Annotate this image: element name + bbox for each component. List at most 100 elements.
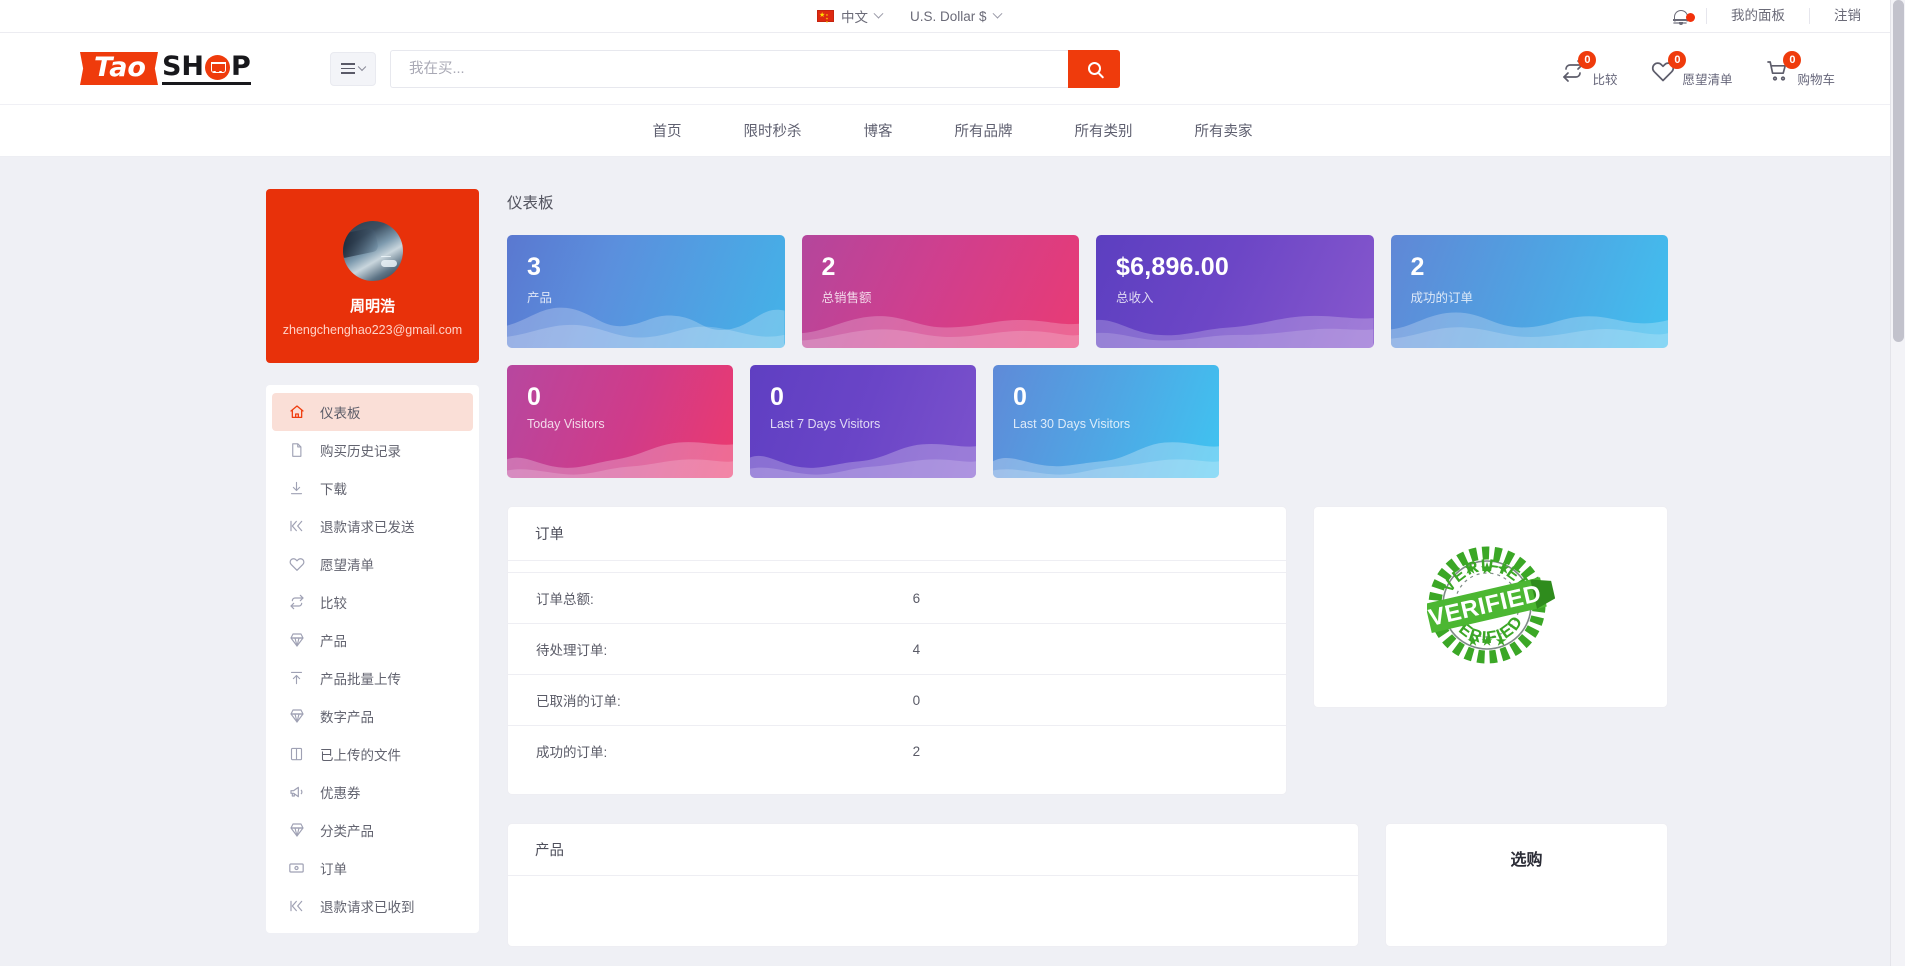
home-icon <box>288 404 305 421</box>
nav-item-flashdeal[interactable]: 限时秒杀 <box>713 120 833 141</box>
currency-selector[interactable]: U.S. Dollar $ <box>896 8 1015 24</box>
nav-item-blog[interactable]: 博客 <box>833 120 924 141</box>
book-icon <box>288 746 305 763</box>
sidebar-item-label: 购买历史记录 <box>320 444 401 459</box>
logout-link[interactable]: 注销 <box>1809 8 1885 24</box>
site-logo[interactable]: Tao SH P <box>80 51 251 87</box>
products-and-shop-row: 产品 选购 <box>507 823 1668 947</box>
category-menu-button[interactable] <box>330 51 376 86</box>
shop-panel: 选购 <box>1385 823 1668 947</box>
search-input[interactable] <box>390 49 1068 88</box>
nav-item-sellers[interactable]: 所有卖家 <box>1164 120 1284 141</box>
sidebar-item-refund-sent[interactable]: 退款请求已发送 <box>272 507 473 545</box>
table-row: 待处理订单: 4 <box>508 623 1286 675</box>
dashboard-main: 仪表板 3 产品 2 总销售额 $6,896.00 总收入 2 成功的订单 0 … <box>479 189 1890 947</box>
products-panel-body <box>508 876 1358 946</box>
site-header: Tao SH P 我在买... 0 比较 0 愿望清单 0 购物车 <box>0 33 1905 105</box>
main-navigation: 首页 限时秒杀 博客 所有品牌 所有类别 所有卖家 <box>0 105 1905 157</box>
search-submit-button[interactable] <box>1068 49 1120 88</box>
stat-label: Last 7 Days Visitors <box>770 417 881 431</box>
products-panel-title: 产品 <box>508 824 1358 876</box>
stat-value: 0 <box>1013 383 1028 411</box>
logo-shop-suffix: P <box>231 51 251 82</box>
sidebar-item-label: 产品批量上传 <box>320 672 401 687</box>
compare-button[interactable]: 0 比较 <box>1561 50 1617 87</box>
nav-item-home[interactable]: 首页 <box>622 120 713 141</box>
sidebar-item-products[interactable]: 产品 <box>272 621 473 659</box>
logo-area[interactable]: Tao SH P <box>40 51 330 87</box>
page-title: 仪表板 <box>507 195 554 212</box>
orders-panel: 订单 订单总额: 6 待处理订单: 4 已取消的订单: 0 成功的订单: 2 <box>507 506 1287 795</box>
sidebar-item-label: 下载 <box>320 482 347 497</box>
sidebar-item-label: 数字产品 <box>320 710 374 725</box>
row-value: 4 <box>912 641 921 657</box>
sidebar-item-dashboard[interactable]: 仪表板 <box>272 393 473 431</box>
page-root: 中文 U.S. Dollar $ 我的面板 注销 Tao SH <box>0 0 1905 966</box>
sidebar-item-uploaded-files[interactable]: 已上传的文件 <box>272 735 473 773</box>
sidebar-item-label: 比较 <box>320 596 347 611</box>
row-label: 已取消的订单: <box>536 694 621 709</box>
sidebar-item-coupons[interactable]: 优惠券 <box>272 773 473 811</box>
stat-label: Last 30 Days Visitors <box>1013 417 1131 431</box>
sidebar-item-digital-products[interactable]: 数字产品 <box>272 697 473 735</box>
stat-card-successful-orders: 2 成功的订单 <box>1390 235 1668 348</box>
orders-and-verified-row: 订单 订单总额: 6 待处理订单: 4 已取消的订单: 0 成功的订单: 2 ★… <box>507 506 1668 795</box>
sidebar-item-label: 订单 <box>320 862 347 877</box>
language-label: 中文 <box>841 10 868 25</box>
logo-text-tao: Tao <box>80 52 158 85</box>
row-label: 订单总额: <box>536 592 594 607</box>
sidebar-item-classified-products[interactable]: 分类产品 <box>272 811 473 849</box>
download-icon <box>288 480 305 497</box>
sidebar-item-compare[interactable]: 比较 <box>272 583 473 621</box>
topbar-left-group: 中文 U.S. Dollar $ <box>20 6 1015 26</box>
sidebar-item-label: 仪表板 <box>320 406 361 421</box>
stat-value: $6,896.00 <box>1116 253 1230 281</box>
topbar-right-group: 我的面板 注销 <box>1663 0 1885 33</box>
compare-count-badge: 0 <box>1578 50 1597 69</box>
scrollbar-thumb[interactable] <box>1893 0 1904 342</box>
my-panel-link[interactable]: 我的面板 <box>1706 8 1809 24</box>
stat-card-total-revenue: $6,896.00 总收入 <box>1096 235 1374 348</box>
profile-name: 周明浩 <box>349 298 395 315</box>
cart-button[interactable]: 0 购物车 <box>1766 50 1835 87</box>
heart-icon <box>288 556 305 573</box>
sidebar-item-label: 分类产品 <box>320 824 374 839</box>
page-scrollbar[interactable] <box>1890 0 1905 966</box>
table-row: 成功的订单: 2 <box>508 725 1286 777</box>
row-label: 成功的订单: <box>536 745 608 760</box>
refund-received-icon <box>288 898 305 915</box>
header-actions: 0 比较 0 愿望清单 0 购物车 <box>1561 50 1885 87</box>
sidebar-item-label: 优惠券 <box>320 786 361 801</box>
sidebar-item-label: 愿望清单 <box>320 558 374 573</box>
sidebar-item-label: 退款请求已发送 <box>320 520 415 535</box>
sidebar-item-downloads[interactable]: 下载 <box>272 469 473 507</box>
sidebar-item-bulk-upload[interactable]: 产品批量上传 <box>272 659 473 697</box>
stat-card-last30-visitors: 0 Last 30 Days Visitors <box>993 365 1219 478</box>
stat-value: 3 <box>527 253 542 281</box>
stat-card-last7-visitors: 0 Last 7 Days Visitors <box>750 365 976 478</box>
profile-email: zhengchenghao223@gmail.com <box>282 323 463 337</box>
currency-label: U.S. Dollar $ <box>910 8 987 24</box>
sidebar-item-purchase-history[interactable]: 购买历史记录 <box>272 431 473 469</box>
orders-summary-table: 订单总额: 6 待处理订单: 4 已取消的订单: 0 成功的订单: 2 <box>508 572 1286 776</box>
stat-label: 总收入 <box>1116 291 1154 305</box>
nav-item-brands[interactable]: 所有品牌 <box>924 120 1044 141</box>
upload-icon <box>288 670 305 687</box>
file-icon <box>288 442 305 459</box>
sidebar-item-refund-received[interactable]: 退款请求已收到 <box>272 887 473 925</box>
cart-count-badge: 0 <box>1783 50 1802 69</box>
nav-item-categories[interactable]: 所有类别 <box>1044 120 1164 141</box>
products-panel: 产品 <box>507 823 1359 947</box>
notifications-button[interactable] <box>1663 8 1706 25</box>
language-selector[interactable]: 中文 <box>803 6 896 26</box>
megaphone-icon <box>288 784 305 801</box>
money-icon <box>288 860 305 877</box>
sidebar-item-label: 产品 <box>320 634 347 649</box>
row-value: 0 <box>912 692 921 708</box>
page-body: 周明浩 zhengchenghao223@gmail.com 仪表板 购买历史记… <box>0 157 1890 947</box>
sidebar-item-label: 已上传的文件 <box>320 748 401 763</box>
wishlist-button[interactable]: 0 愿望清单 <box>1651 50 1732 87</box>
sidebar-item-orders[interactable]: 订单 <box>272 849 473 887</box>
sidebar-item-wishlist[interactable]: 愿望清单 <box>272 545 473 583</box>
stat-label: Today Visitors <box>527 417 605 431</box>
